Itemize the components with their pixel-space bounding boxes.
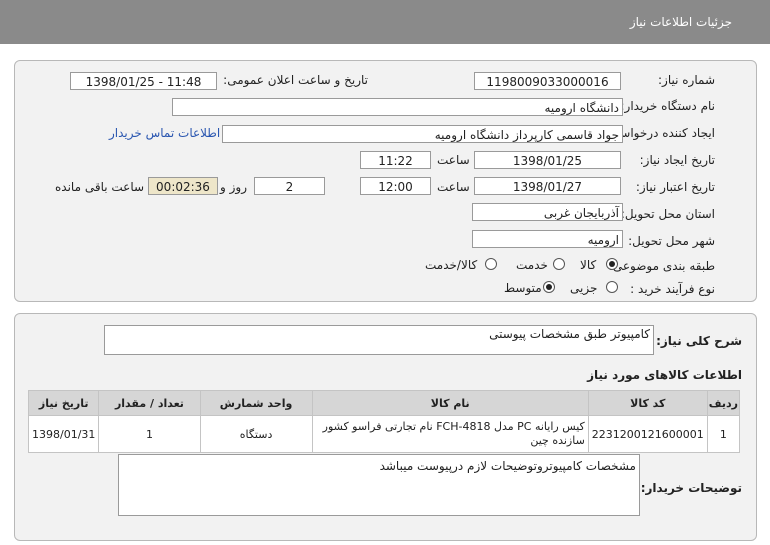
table-header-row: ردیف کد کالا نام کالا واحد شمارش تعداد /… — [27, 390, 741, 416]
col-unit: واحد شمارش — [199, 390, 313, 416]
province-field: آذربایجان غربی — [472, 203, 623, 221]
summary-field: کامپیوتر طبق مشخصات پیوستی — [104, 325, 654, 355]
category-label: طبقه بندی موضوعی: — [608, 259, 715, 273]
cell-name: کیس رایانه PC مدل FCH-4818 نام تجارتی فر… — [311, 415, 589, 453]
validity-time-label: ساعت — [437, 180, 470, 194]
created-date-field: 1398/01/25 — [474, 151, 621, 169]
need-number-label: شماره نیاز: — [658, 73, 715, 87]
created-time-field: 11:22 — [360, 151, 431, 169]
category-option-goods-service: کالا/خدمت — [425, 258, 478, 272]
creator-field: جواد قاسمی کارپرداز دانشگاه ارومیه — [222, 125, 623, 143]
contact-buyer-link[interactable]: اطلاعات تماس خریدار — [109, 126, 220, 140]
cell-row: 1 — [706, 415, 741, 453]
page-header: جزئیات اطلاعات نیاز — [0, 0, 770, 44]
cell-date: 1398/01/31 — [27, 415, 100, 453]
category-radio-goods-service[interactable] — [485, 258, 497, 270]
cell-unit: دستگاه — [199, 415, 313, 453]
col-row: ردیف — [706, 390, 741, 416]
buyer-notes-field: مشخصات کامپیوتروتوضیحات لازم درپیوست میب… — [118, 454, 640, 516]
category-option-goods: کالا — [580, 258, 597, 272]
category-radio-goods[interactable] — [606, 258, 618, 270]
remaining-time-field: 00:02:36 — [148, 177, 218, 195]
created-time-label: ساعت — [437, 153, 470, 167]
process-radio-medium[interactable] — [543, 281, 555, 293]
process-radio-minor[interactable] — [606, 281, 618, 293]
summary-label: شرح کلی نیاز: — [656, 334, 742, 348]
process-option-minor: جزیی — [570, 281, 598, 295]
col-name: نام کالا — [311, 390, 589, 416]
need-number-field: 1198009033000016 — [474, 72, 621, 90]
category-option-service: خدمت — [516, 258, 548, 272]
remaining-days-field: 2 — [254, 177, 325, 195]
city-label: شهر محل تحویل: — [628, 234, 715, 248]
col-code: کد کالا — [587, 390, 708, 416]
category-radio-service[interactable] — [553, 258, 565, 270]
page-title: جزئیات اطلاعات نیاز — [629, 15, 732, 29]
buyer-notes-label: توضیحات خریدار: — [640, 481, 742, 495]
validity-time-field: 12:00 — [360, 177, 431, 195]
items-title: اطلاعات کالاهای مورد نیاز — [587, 368, 742, 382]
city-field: ارومیه — [472, 230, 623, 248]
announce-label: تاریخ و ساعت اعلان عمومی: — [223, 73, 368, 87]
created-date-label: تاریخ ایجاد نیاز: — [639, 153, 715, 167]
province-label: استان محل تحویل: — [620, 207, 715, 221]
remaining-label: ساعت باقی مانده — [55, 180, 145, 194]
validity-date-field: 1398/01/27 — [474, 177, 621, 195]
col-qty: تعداد / مقدار — [98, 390, 201, 416]
items-table: ردیف کد کالا نام کالا واحد شمارش تعداد /… — [27, 390, 741, 453]
buyer-org-field: دانشگاه ارومیه — [172, 98, 623, 116]
process-option-medium: متوسط — [504, 281, 542, 295]
process-label: نوع فرآیند خرید : — [630, 282, 715, 296]
days-label: روز و — [220, 180, 247, 194]
cell-qty: 1 — [98, 415, 201, 453]
buyer-org-label: نام دستگاه خریدار: — [620, 99, 716, 113]
validity-date-label: تاریخ اعتبار نیاز: — [635, 180, 715, 194]
announce-field: 1398/01/25 - 11:48 — [70, 72, 217, 90]
col-date: تاریخ نیاز — [27, 390, 100, 416]
cell-code: 2231200121600001 — [587, 415, 708, 453]
table-row: 1 2231200121600001 کیس رایانه PC مدل FCH… — [27, 415, 741, 453]
